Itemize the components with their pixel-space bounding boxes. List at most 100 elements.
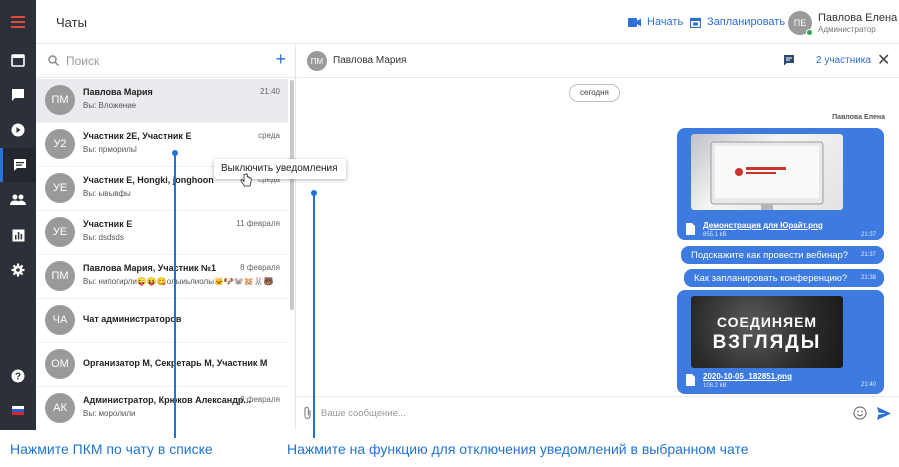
schedule-label: Запланировать [707, 16, 786, 28]
close-icon[interactable]: ✕ [877, 50, 890, 70]
search-bar[interactable]: Поиск + [36, 44, 295, 78]
chat-name: Павлова Мария, Участник №1 [83, 263, 217, 273]
sidebar-rail: ? [0, 0, 36, 430]
help-icon[interactable]: ? [0, 359, 36, 393]
chat-time: 8 февраля [240, 263, 280, 272]
attach-icon[interactable] [303, 406, 313, 420]
chat-name: Чат администраторов [83, 314, 182, 324]
message-input[interactable]: Ваше сообщение... [321, 408, 406, 419]
day-divider: сегодня [569, 84, 620, 102]
user-name: Павлова Елена [818, 12, 898, 24]
file-name[interactable]: Демонстрация для Юрайт.png [703, 221, 823, 230]
chat-time: 11 февраля [236, 219, 280, 228]
conversation-panel: ПМ Павлова Мария 2 участника ✕ сегодня П… [297, 44, 899, 430]
message-text: Как запланировать конференцию? [694, 273, 848, 284]
hand-cursor-icon [240, 173, 252, 187]
image-preview[interactable] [691, 134, 843, 210]
video-camera-icon [628, 17, 641, 27]
send-icon[interactable] [877, 407, 891, 420]
message-time: 21:40 [860, 382, 876, 388]
chat-list-scrollbar[interactable] [290, 80, 294, 310]
avatar: УЕ [45, 173, 75, 203]
annotation-line-right [313, 193, 315, 438]
conversation-title: Павлова Мария [333, 55, 407, 66]
message-time: 21:38 [860, 275, 876, 281]
file-icon [686, 223, 695, 235]
svg-text:?: ? [15, 372, 21, 383]
stats-icon[interactable] [0, 218, 36, 252]
top-header: Чаты Начать Запланировать ПЕ Павлова Еле… [36, 0, 899, 44]
annotation-left: Нажмите ПКМ по чату в списке [10, 441, 213, 457]
chat-name: Участник 2Е, Участник Е [83, 131, 192, 141]
search-icon [48, 55, 59, 66]
avatar: У2 [45, 129, 75, 159]
online-indicator [806, 29, 813, 36]
avatar: АК [45, 393, 75, 423]
avatar: ОМ [45, 349, 75, 379]
avatar: ПМ [45, 261, 75, 291]
language-flag-icon[interactable] [0, 393, 36, 427]
user-role: Администратор [818, 25, 876, 34]
file-message[interactable]: Демонстрация для Юрайт.png 855.1 kB 21:3… [677, 128, 884, 240]
annotation-line-left [174, 153, 176, 438]
file-size: 108.2 kB [703, 383, 727, 389]
chat-name: Участник Е, Hongki, jonghoon [83, 175, 214, 185]
message-time: 21:37 [860, 252, 876, 258]
file-message[interactable]: СОЕДИНЯЕМ ВЗГЛЯДЫ 2020-10-05_182851.png … [677, 290, 884, 394]
image-caption-bottom: ВЗГЛЯДЫ [712, 332, 822, 353]
start-call-label: Начать [647, 16, 684, 28]
chat-icon[interactable] [0, 148, 36, 182]
context-menu-mute-item[interactable]: Выключить уведомления [214, 159, 346, 179]
file-icon [686, 374, 695, 386]
start-call-button[interactable]: Начать [628, 16, 683, 28]
messages-icon[interactable] [0, 78, 36, 112]
chat-list-item[interactable]: УЕ Участник Е Вы: dsdsds 11 февраля [36, 211, 288, 255]
file-size: 855.1 kB [703, 232, 727, 238]
chat-name: Администратор, Крюков Александр... [83, 395, 251, 405]
chat-preview: Вы: моролили [83, 409, 136, 418]
chat-time: 21:40 [259, 87, 280, 96]
chat-list-item[interactable]: ЧА Чат администраторов [36, 299, 288, 343]
chat-list-item[interactable]: ОМ Организатор М, Секретарь М, Участник … [36, 343, 288, 387]
chat-name: Павлова Мария [83, 87, 153, 97]
calendar-icon [690, 17, 701, 28]
file-name[interactable]: 2020-10-05_182851.png [703, 372, 792, 381]
text-message[interactable]: Подскажите как провести вебинар? 21:37 [681, 246, 884, 264]
text-message[interactable]: Как запланировать конференцию? 21:38 [684, 269, 884, 287]
chat-time: среда [258, 131, 280, 140]
menu-icon[interactable] [0, 5, 36, 39]
search-input[interactable]: Поиск [66, 54, 99, 68]
chat-time: 8 февраля [240, 395, 280, 404]
app-window: ? Чаты Начать Запланировать ПЕ Павлова Е… [0, 0, 899, 430]
schedule-button[interactable]: Запланировать [690, 16, 785, 28]
chat-list-item[interactable]: ПМ Павлова Мария, Участник №1 Вы: нипоги… [36, 255, 288, 299]
chat-list-item[interactable]: АК Администратор, Крюков Александр... Вы… [36, 387, 288, 430]
user-profile[interactable]: ПЕ Павлова Елена Администратор [788, 11, 898, 36]
conversation-header: ПМ Павлова Мария 2 участника ✕ [297, 44, 899, 78]
chat-list-panel: Поиск + ПМ Павлова Мария Вы: Вложение 21… [36, 44, 296, 430]
calendar-icon[interactable] [0, 43, 36, 77]
image-caption-top: СОЕДИНЯЕМ [716, 314, 818, 330]
avatar: ПМ [307, 51, 327, 71]
monitor-image [710, 141, 824, 210]
annotation-right: Нажмите на функцию для отключения уведом… [287, 441, 749, 457]
new-chat-button[interactable]: + [275, 49, 286, 70]
chat-preview: Вы: Вложение [83, 101, 137, 110]
page-title: Чаты [56, 15, 87, 30]
emoji-icon[interactable] [853, 406, 867, 420]
chat-list-item[interactable]: ПМ Павлова Мария Вы: Вложение 21:40 [36, 79, 288, 123]
image-preview[interactable]: СОЕДИНЯЕМ ВЗГЛЯДЫ [691, 296, 843, 368]
avatar: ПЕ [788, 11, 813, 36]
message-composer: Ваше сообщение... [297, 396, 899, 430]
avatar: УЕ [45, 217, 75, 247]
message-icon[interactable] [783, 54, 795, 66]
contacts-icon[interactable] [0, 183, 36, 217]
play-icon[interactable] [0, 113, 36, 147]
message-time: 21:37 [860, 232, 876, 238]
chat-preview: Вы: dsdsds [83, 233, 124, 242]
participants-link[interactable]: 2 участника [816, 55, 871, 66]
avatar: ПМ [45, 85, 75, 115]
chat-preview: Вы: прморильl [83, 145, 137, 154]
settings-icon[interactable] [0, 253, 36, 287]
message-text: Подскажите как провести вебинар? [691, 250, 849, 261]
